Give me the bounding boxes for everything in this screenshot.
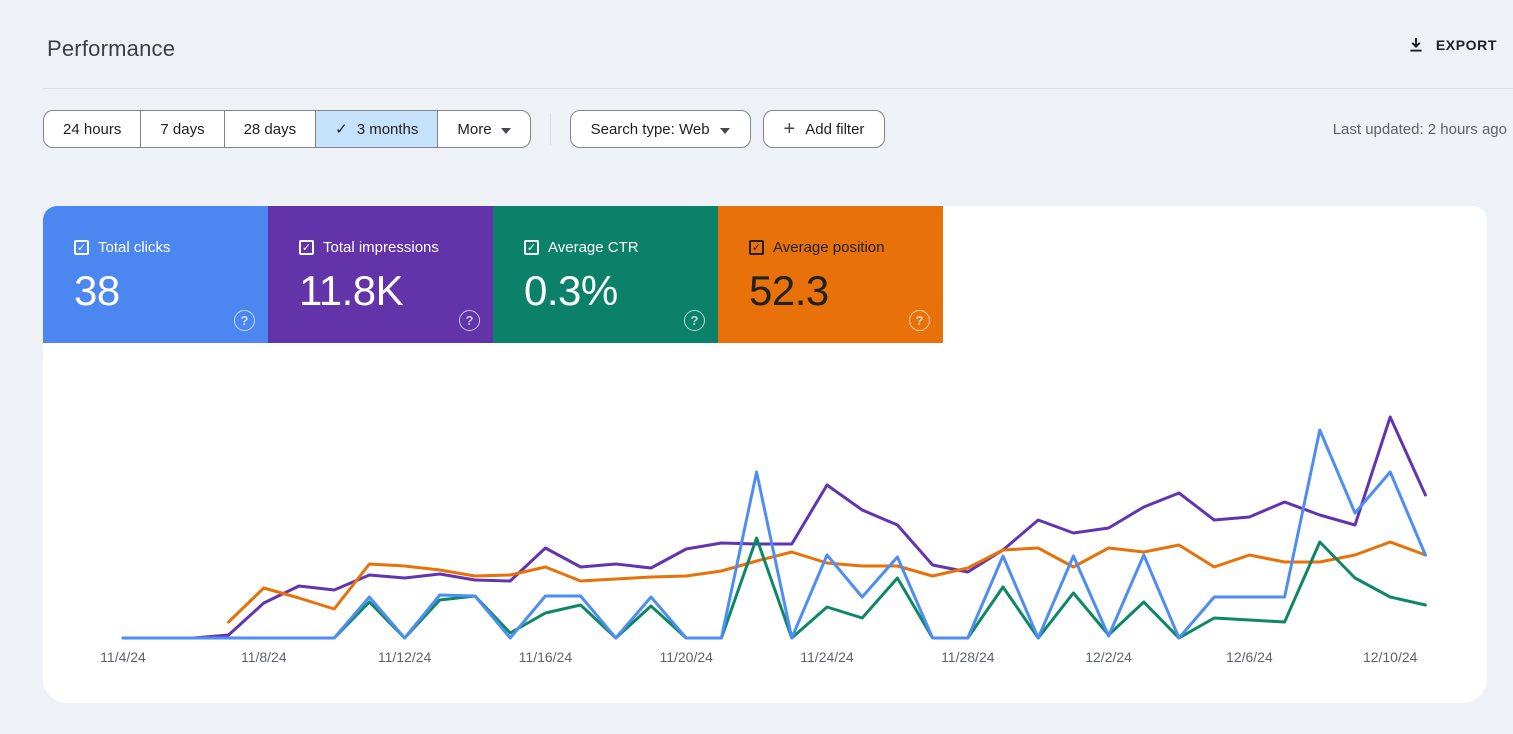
toolbar: 24 hours 7 days 28 days ✓ 3 months More Searc… xyxy=(43,110,1507,148)
metric-label: Average CTR xyxy=(548,239,639,256)
series-total-clicks xyxy=(121,428,1427,640)
x-axis-tick: 11/4/24 xyxy=(100,649,146,665)
x-axis-tick: 12/2/24 xyxy=(1085,649,1132,665)
x-axis-tick: 11/8/24 xyxy=(241,649,287,665)
x-axis-tick: 11/24/24 xyxy=(800,649,854,665)
help-icon[interactable]: ? xyxy=(234,310,255,331)
checkbox-checked-icon[interactable]: ✓ xyxy=(74,240,89,255)
date-range-label: 3 months xyxy=(356,120,419,138)
checkbox-checked-icon[interactable]: ✓ xyxy=(299,240,314,255)
date-range-label: 28 days xyxy=(243,120,297,138)
performance-card: ✓ Total clicks 38? ✓ Total impressions 11.8K?… xyxy=(43,206,1487,703)
plus-icon: + xyxy=(783,118,796,140)
date-range-label: 24 hours xyxy=(63,120,122,138)
header-divider xyxy=(43,88,1513,89)
checkbox-checked-icon[interactable]: ✓ xyxy=(524,240,539,255)
metric-card-average-position[interactable]: ✓ Average position 52.3? xyxy=(718,206,943,343)
checkmark-icon: ✓ xyxy=(335,121,348,138)
page-title: Performance xyxy=(47,36,176,61)
chevron-down-icon xyxy=(500,121,511,138)
add-filter-button[interactable]: + Add filter xyxy=(762,110,886,148)
metric-value: 11.8K xyxy=(299,267,404,314)
download-icon xyxy=(1407,36,1425,54)
metric-card-total-impressions[interactable]: ✓ Total impressions 11.8K? xyxy=(268,206,493,343)
help-icon[interactable]: ? xyxy=(684,310,705,331)
x-axis-tick: 12/10/24 xyxy=(1363,649,1418,665)
search-type-button[interactable]: Search type: Web xyxy=(569,110,751,148)
date-range-more[interactable]: More xyxy=(437,110,531,148)
x-axis-tick: 11/20/24 xyxy=(659,649,713,665)
search-type-label: Search type: Web xyxy=(590,120,710,138)
x-axis-tick: 11/28/24 xyxy=(941,649,995,665)
metric-label: Total impressions xyxy=(323,239,439,256)
metric-value: 38 xyxy=(74,267,120,314)
export-label: EXPORT xyxy=(1435,37,1497,53)
metric-value: 0.3% xyxy=(524,267,618,314)
date-range-3-months[interactable]: ✓ 3 months xyxy=(315,110,439,148)
help-icon[interactable]: ? xyxy=(459,310,480,331)
date-range-label: More xyxy=(457,120,492,138)
date-range-label: 7 days xyxy=(160,120,205,138)
metric-card-total-clicks[interactable]: ✓ Total clicks 38? xyxy=(43,206,268,343)
x-axis-tick: 11/16/24 xyxy=(519,649,573,665)
date-range-7-days[interactable]: 7 days xyxy=(140,110,225,148)
export-button[interactable]: EXPORT xyxy=(1407,36,1497,54)
x-axis-tick: 12/6/24 xyxy=(1226,649,1273,665)
help-icon[interactable]: ? xyxy=(909,310,930,331)
performance-chart: 11/4/24 11/8/24 11/12/24 11/16/24 11/20/24 11… xyxy=(100,415,1427,665)
add-filter-label: Add filter xyxy=(805,120,865,138)
metric-value: 52.3 xyxy=(749,267,829,314)
date-range-28-days[interactable]: 28 days xyxy=(223,110,317,148)
date-range-24-hours[interactable]: 24 hours xyxy=(43,110,142,148)
metric-label: Total clicks xyxy=(98,239,171,256)
date-range-control: 24 hours 7 days 28 days ✓ 3 months More xyxy=(43,110,531,148)
checkbox-checked-icon[interactable]: ✓ xyxy=(749,240,764,255)
x-axis-tick: 11/12/24 xyxy=(378,649,432,665)
toolbar-divider xyxy=(549,113,551,145)
chevron-down-icon xyxy=(719,121,730,138)
last-updated-text: Last updated: 2 hours ago xyxy=(1332,120,1507,138)
metric-card-average-ctr[interactable]: ✓ Average CTR 0.3%? xyxy=(493,206,718,343)
metric-cards: ✓ Total clicks 38? ✓ Total impressions 11.8K?… xyxy=(43,206,1487,343)
metric-label: Average position xyxy=(773,239,885,256)
